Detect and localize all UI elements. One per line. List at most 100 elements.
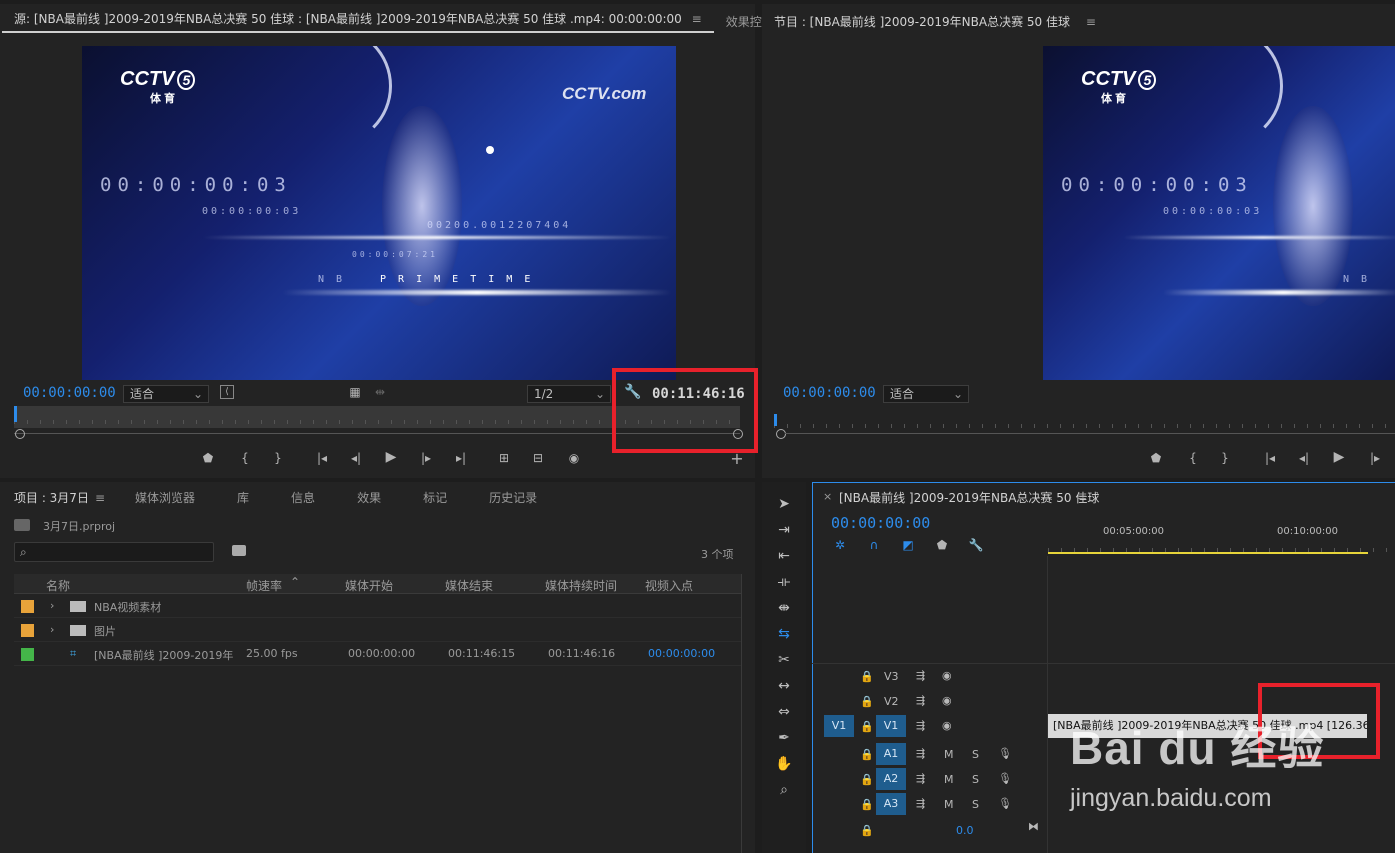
track-v1[interactable]: V1 🔒 V1 ⇶ ◉: [812, 714, 1048, 738]
sync-lock-icon[interactable]: ⇶: [916, 719, 925, 732]
close-icon[interactable]: ×: [823, 490, 832, 503]
col-name[interactable]: 名称: [46, 577, 70, 594]
selection-tool-icon[interactable]: ➤: [771, 496, 797, 512]
play-icon[interactable]: ▶: [1330, 449, 1348, 465]
slip-icon[interactable]: ↔: [771, 678, 797, 694]
add-marker-icon[interactable]: ⬟: [934, 538, 950, 552]
mute-button[interactable]: M: [944, 798, 954, 811]
panel-menu-icon[interactable]: ≡: [95, 491, 105, 505]
go-to-in-icon[interactable]: |◂: [313, 451, 331, 465]
tab-project[interactable]: 项目 : 3月7日 ≡: [0, 489, 117, 506]
overwrite-icon[interactable]: ⊟: [528, 451, 548, 465]
add-marker-icon[interactable]: ⬟: [200, 451, 216, 465]
lock-icon[interactable]: 🔒: [860, 695, 874, 708]
row-video-in[interactable]: 00:00:00:00: [648, 647, 715, 660]
panel-menu-icon[interactable]: ≡: [1077, 489, 1087, 503]
col-video-in[interactable]: 视频入点: [645, 577, 693, 594]
sync-lock-icon[interactable]: ⇶: [916, 797, 925, 810]
nest-sequence-icon[interactable]: ✲: [832, 538, 848, 552]
lock-icon[interactable]: 🔒: [860, 824, 874, 837]
lock-icon[interactable]: 🔒: [860, 670, 874, 683]
linked-selection-icon[interactable]: ◩: [900, 538, 916, 552]
table-scrollbar[interactable]: [741, 574, 742, 853]
sync-lock-icon[interactable]: ⇶: [916, 669, 925, 682]
col-frame-rate[interactable]: 帧速率: [246, 577, 282, 594]
track-select-backward-icon[interactable]: ⇤: [771, 548, 797, 564]
sync-lock-icon[interactable]: ⇶: [916, 694, 925, 707]
add-marker-icon[interactable]: ⬟: [1148, 451, 1164, 465]
track-v2[interactable]: 🔒 V2 ⇶ ◉: [812, 689, 1048, 713]
sync-lock-icon[interactable]: ⇶: [916, 772, 925, 785]
rate-stretch-icon[interactable]: ⇆: [771, 626, 797, 642]
new-search-bin-icon[interactable]: [232, 545, 246, 556]
eye-icon[interactable]: ◉: [942, 669, 952, 682]
timeline-ruler[interactable]: [1048, 534, 1395, 554]
timeline-current-timecode[interactable]: 00:00:00:00: [831, 514, 930, 532]
mark-in-icon[interactable]: {: [237, 451, 253, 465]
source-patch-v1[interactable]: V1: [824, 715, 854, 737]
source-resolution-select[interactable]: 1/2 ⌄: [527, 385, 611, 403]
project-search-input[interactable]: ⌕: [14, 542, 214, 562]
source-current-timecode[interactable]: 00:00:00:00: [23, 385, 116, 401]
microphone-icon[interactable]: 🎙: [998, 797, 1012, 810]
tab-media-browser[interactable]: 媒体浏览器: [117, 489, 207, 506]
step-back-icon[interactable]: ◂|: [348, 451, 364, 465]
label-color-swatch[interactable]: [21, 624, 34, 637]
lock-icon[interactable]: 🔒: [860, 798, 874, 811]
step-back-icon[interactable]: ◂|: [1296, 451, 1312, 465]
track-master[interactable]: 🔒 0.0 ⧓: [812, 818, 1048, 842]
lock-icon[interactable]: 🔒: [860, 773, 874, 786]
slide-icon[interactable]: ⇔: [771, 704, 797, 720]
panel-menu-icon[interactable]: ≡: [692, 12, 702, 26]
microphone-icon[interactable]: 🎙: [998, 772, 1012, 785]
track-select-forward-icon[interactable]: ⇥: [771, 522, 797, 538]
zoom-bar[interactable]: [785, 433, 1395, 434]
expand-chevron-icon[interactable]: ›: [50, 623, 54, 636]
mark-out-icon[interactable]: }: [1217, 451, 1233, 465]
solo-button[interactable]: S: [972, 798, 979, 811]
tab-history[interactable]: 历史记录: [459, 489, 549, 506]
work-area-bar[interactable]: [1048, 552, 1368, 554]
track-target-v1[interactable]: V1: [876, 715, 906, 737]
tab-libraries[interactable]: 库: [207, 489, 261, 506]
step-forward-icon[interactable]: |▸: [1367, 451, 1383, 465]
microphone-icon[interactable]: 🎙: [998, 747, 1012, 760]
step-forward-icon[interactable]: |▸: [418, 451, 434, 465]
mute-button[interactable]: M: [944, 773, 954, 786]
table-row[interactable]: ⌗ [NBA最前线 ]2009-2019年 25.00 fps 00:00:00…: [14, 642, 741, 666]
track-a1[interactable]: 🔒 A1 ⇶ M S 🎙: [812, 742, 1048, 766]
ripple-edit-icon[interactable]: ⟛: [771, 574, 797, 590]
expand-chevron-icon[interactable]: ›: [50, 599, 54, 612]
track-v3[interactable]: 🔒 V3 ⇶ ◉: [812, 664, 1048, 688]
zoom-icon[interactable]: ⌕: [771, 782, 797, 798]
program-scrub-bar[interactable]: [774, 410, 1395, 432]
play-icon[interactable]: ▶: [382, 449, 400, 465]
zoom-handle-left[interactable]: [15, 429, 25, 439]
export-frame-icon[interactable]: ◉: [565, 451, 583, 465]
tab-info[interactable]: 信息: [261, 489, 327, 506]
eye-icon[interactable]: ◉: [942, 719, 952, 732]
insert-edit-icon[interactable]: ⟨: [220, 385, 234, 399]
tab-program[interactable]: 节目 : [NBA最前线 ]2009-2019年NBA总决赛 50 佳球 ≡: [762, 13, 1108, 30]
label-color-swatch[interactable]: [21, 648, 34, 661]
sync-lock-icon[interactable]: ⇶: [916, 747, 925, 760]
rolling-edit-icon[interactable]: ⇼: [771, 600, 797, 616]
col-media-start[interactable]: 媒体开始: [345, 577, 393, 594]
go-to-out-icon[interactable]: ▸|: [452, 451, 470, 465]
track-a3[interactable]: 🔒 A3 ⇶ M S 🎙: [812, 792, 1048, 816]
track-target-a2[interactable]: A2: [876, 768, 906, 790]
col-media-end[interactable]: 媒体结束: [445, 577, 493, 594]
drag-audio-icon[interactable]: ⇹: [372, 385, 388, 399]
go-to-end-icon[interactable]: ⧓: [1028, 820, 1039, 833]
lock-icon[interactable]: 🔒: [860, 748, 874, 761]
solo-button[interactable]: S: [972, 773, 979, 786]
table-row[interactable]: › 图片: [14, 618, 741, 642]
drag-video-icon[interactable]: ▦: [348, 385, 362, 399]
program-fit-select[interactable]: 适合 ⌄: [883, 385, 969, 403]
program-current-timecode[interactable]: 00:00:00:00: [783, 385, 876, 401]
insert-icon[interactable]: ⊞: [494, 451, 514, 465]
label-color-swatch[interactable]: [21, 600, 34, 613]
timeline-title[interactable]: [NBA最前线 ]2009-2019年NBA总决赛 50 佳球: [839, 489, 1099, 506]
eye-icon[interactable]: ◉: [942, 694, 952, 707]
playhead[interactable]: [774, 414, 777, 426]
